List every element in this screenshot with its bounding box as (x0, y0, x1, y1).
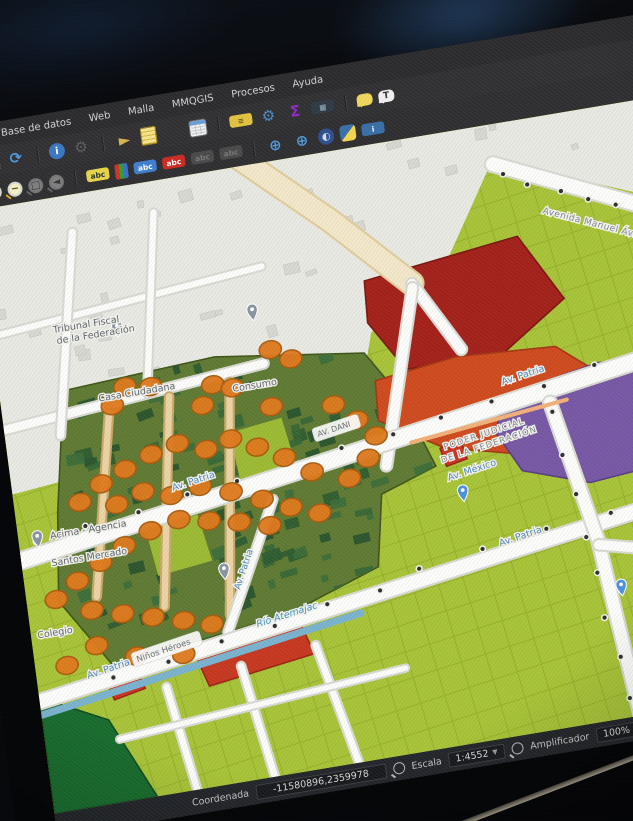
scale-label: Escala (410, 755, 443, 772)
monitor-screen: Base de datos Web Malla MMQGIS Procesos Ayuda… (0, 0, 633, 821)
zoom-in-icon[interactable]: + (0, 183, 3, 201)
menu-ayuda[interactable]: Ayuda (292, 74, 324, 90)
photo-of-monitor: Base de datos Web Malla MMQGIS Procesos Ayuda… (0, 0, 633, 821)
duplicate-features-icon[interactable]: ≡ (228, 112, 253, 129)
coordinate-label: Coordenada (191, 787, 250, 809)
deselect-form-icon[interactable] (161, 120, 184, 144)
statistics-summary-icon[interactable]: Σ (283, 99, 306, 123)
field-calculator-icon[interactable]: ▦ (310, 98, 335, 115)
chevron-down-icon: ▼ (491, 747, 499, 757)
save-edits-icon[interactable] (0, 151, 1, 173)
plugin-info-icon[interactable]: i (360, 120, 386, 137)
menu-malla[interactable]: Malla (127, 102, 155, 117)
toolbar-separator (343, 94, 347, 111)
qgis-window: Base de datos Web Malla MMQGIS Procesos Ayuda… (0, 0, 633, 821)
magnifier-value: 100% (602, 724, 631, 740)
refresh-map-icon[interactable]: ⟳ (4, 146, 27, 170)
menu-web[interactable]: Web (88, 109, 111, 124)
magnifier-label: Amplificador (529, 730, 590, 752)
web-earth-icon[interactable]: ◐ (317, 127, 336, 146)
zoom-out-icon[interactable]: − (6, 179, 24, 198)
toolbar-separator (101, 135, 105, 152)
map-tips-icon[interactable] (355, 92, 374, 107)
quickmapservices-globe-icon[interactable]: ⊕ (290, 128, 313, 152)
label-abc-gray2-icon[interactable]: abc (218, 144, 244, 161)
scale-combo[interactable]: 1:4552 ▼ (447, 743, 506, 768)
label-abc-gray-icon[interactable]: abc (190, 149, 215, 166)
toolbar-separator (73, 170, 77, 187)
label-abc-red-icon[interactable]: abc (161, 154, 186, 170)
select-features-icon[interactable]: ► (113, 128, 136, 152)
attribute-table-icon[interactable] (187, 117, 208, 138)
menu-mmqgis[interactable]: MMQGIS (171, 92, 214, 110)
toolbar-separator (216, 116, 220, 133)
text-annotation-icon[interactable]: T (377, 88, 396, 104)
magnifier-icon (510, 741, 525, 756)
metasearch-globe-icon[interactable]: ⊕ (264, 133, 287, 157)
toolbar-separator (36, 146, 40, 163)
menu-procesos[interactable]: Procesos (231, 82, 276, 100)
label-abc-yellow-icon[interactable]: abc (85, 166, 110, 183)
toolbar-separator (252, 140, 256, 157)
identify-features-icon[interactable]: i (47, 141, 66, 161)
label-abc-blue-icon[interactable]: abc (133, 159, 158, 175)
processing-toolbox-icon[interactable]: ⚙ (257, 104, 280, 128)
scale-value: 1:4552 (454, 747, 490, 765)
mouse-position-icon (392, 761, 406, 776)
edit-form-icon[interactable] (139, 125, 158, 147)
zoom-last-icon[interactable]: ◄ (48, 173, 65, 191)
options-gear-icon[interactable]: ⚙ (69, 135, 92, 159)
layer-labeling-icon[interactable] (114, 162, 129, 180)
zoom-full-icon[interactable]: □ (27, 176, 45, 194)
python-console-icon[interactable] (338, 123, 357, 143)
